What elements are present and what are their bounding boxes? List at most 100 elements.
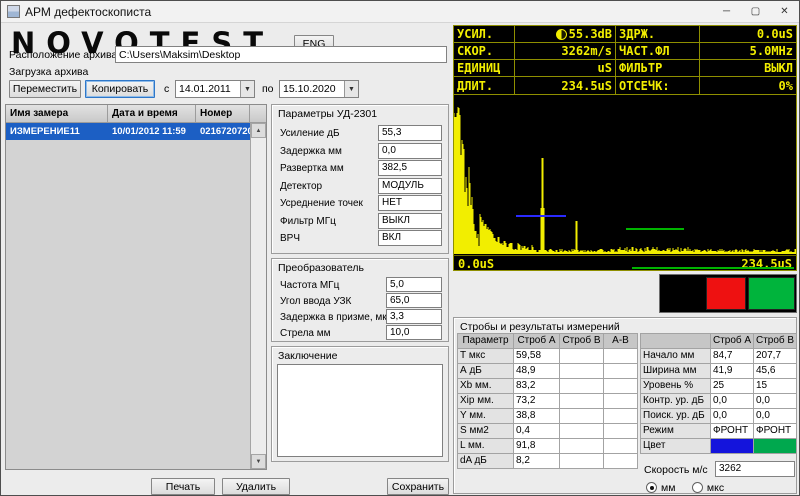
- gate-setting-label: Поиск. ур. дБ: [641, 409, 711, 424]
- column-header-number[interactable]: Номер: [196, 105, 250, 123]
- result-param: Хb мм.: [458, 379, 514, 394]
- archive-load-label: Загрузка архива: [9, 66, 88, 78]
- move-button[interactable]: Переместить: [9, 80, 81, 98]
- gates-config-row: Контр. ур. дБ 0,0 0,0: [641, 394, 797, 409]
- gate-a-setting[interactable]: ФРОНТ: [711, 424, 754, 439]
- param-value[interactable]: 10,0: [386, 325, 442, 340]
- readout-label: УСИЛ.: [454, 26, 515, 43]
- result-a-b: [604, 394, 638, 409]
- param-value[interactable]: 0,0: [378, 143, 442, 159]
- units-radio-group: мм мкс: [646, 478, 736, 496]
- radio-mks-label: мкс: [707, 482, 724, 494]
- param-value[interactable]: 382,5: [378, 160, 442, 176]
- param-row: ВРЧ ВКЛ: [272, 230, 448, 248]
- transducer-panel: Преобразователь Частота МГц 5,0 Угол вво…: [271, 258, 449, 342]
- results-header-param: Параметр: [458, 334, 514, 349]
- readout-label: ЕДИНИЦ: [454, 60, 515, 77]
- gates-header-gate-a: Строб А: [711, 334, 754, 349]
- radio-mm[interactable]: [646, 482, 657, 493]
- gate-b-setting[interactable]: 0,0: [754, 394, 797, 409]
- param-row: Угол ввода УЗК 65,0: [272, 293, 448, 309]
- list-scrollbar[interactable]: ▲ ▼: [250, 123, 266, 469]
- readout-label: ДЛИТ.: [454, 77, 515, 94]
- instrument-readout: УСИЛ. 55.3dB ЗДРЖ. 0.0uS СКОР. 3262m/s Ч…: [453, 25, 797, 95]
- param-value[interactable]: ВКЛ: [378, 230, 442, 246]
- results-row: А дБ 48,9: [458, 364, 638, 379]
- minimize-button[interactable]: ─: [712, 1, 741, 23]
- scroll-up-icon[interactable]: ▲: [251, 123, 266, 138]
- gate-a-setting[interactable]: 0,0: [711, 394, 754, 409]
- gate-b-setting[interactable]: [754, 439, 797, 454]
- delete-button[interactable]: Удалить: [222, 478, 290, 495]
- gate-setting-label: Уровень %: [641, 379, 711, 394]
- readout-value: 0%: [700, 77, 796, 94]
- gates-config-row: Начало мм 84,7 207,7: [641, 349, 797, 364]
- result-a-b: [604, 409, 638, 424]
- gate-a-setting[interactable]: 0,0: [711, 409, 754, 424]
- maximize-button[interactable]: ▢: [741, 1, 770, 23]
- archive-path-field[interactable]: C:\Users\Maksim\Desktop: [115, 46, 447, 63]
- param-value[interactable]: МОДУЛЬ: [378, 178, 442, 194]
- param-value[interactable]: 65,0: [386, 293, 442, 308]
- param-value[interactable]: НЕТ: [378, 195, 442, 211]
- param-row: Усреднение точек НЕТ: [272, 195, 448, 213]
- close-button[interactable]: ✕: [770, 1, 799, 23]
- copy-button[interactable]: Копировать: [85, 80, 155, 98]
- gate-b-setting[interactable]: 15: [754, 379, 797, 394]
- column-header-name[interactable]: Имя замера: [6, 105, 108, 123]
- results-table-header: Параметр Строб А Строб В А-В: [458, 334, 638, 349]
- gate-b-setting[interactable]: 45,6: [754, 364, 797, 379]
- param-label: Фильтр МГц: [280, 216, 336, 227]
- app-window: АРМ дефектоскописта ─ ▢ ✕ NOVOTEST ENG Р…: [0, 0, 800, 496]
- list-item[interactable]: ИЗМЕРЕНИЕ11 10/01/2012 11:59 0216720720: [6, 123, 266, 140]
- results-row: Т мкс 59,58: [458, 349, 638, 364]
- param-value[interactable]: 5,0: [386, 277, 442, 292]
- list-header: Имя замера Дата и время Номер: [6, 105, 266, 123]
- radio-mks[interactable]: [692, 482, 703, 493]
- gates-config-header: Строб А Строб В: [641, 334, 797, 349]
- gate-b-setting[interactable]: 0,0: [754, 409, 797, 424]
- results-header-a-b: А-В: [604, 334, 638, 349]
- readout-value: 55.3dB: [515, 26, 616, 43]
- results-row: Y мм. 38,8: [458, 409, 638, 424]
- param-row: Частота МГц 5,0: [272, 277, 448, 293]
- result-gate-b: [560, 409, 604, 424]
- a-scan-waveform: [454, 95, 796, 255]
- column-header-datetime[interactable]: Дата и время: [108, 105, 196, 123]
- date-to-label: по: [262, 83, 274, 95]
- gate-a-setting[interactable]: 41,9: [711, 364, 754, 379]
- param-value[interactable]: ВЫКЛ: [378, 213, 442, 229]
- chevron-down-icon[interactable]: ▼: [240, 81, 254, 97]
- gate-setting-label: Режим: [641, 424, 711, 439]
- gate-b-setting[interactable]: 207,7: [754, 349, 797, 364]
- result-gate-b: [560, 439, 604, 454]
- readout-label: ЧАСТ.ФЛ: [616, 43, 700, 60]
- gate-a-line: [516, 215, 566, 217]
- param-value[interactable]: 3,3: [386, 309, 442, 324]
- results-header-gate-b: Строб В: [560, 334, 604, 349]
- date-to-field[interactable]: 15.10.2020 ▼: [279, 80, 359, 98]
- print-button[interactable]: Печать: [151, 478, 215, 495]
- param-row: Стрела мм 10,0: [272, 325, 448, 341]
- gates-config-table: Строб А Строб В Начало мм 84,7 207,7 Шир…: [640, 333, 797, 454]
- readout-value-text: 3262m/s: [561, 44, 612, 58]
- gate-a-setting[interactable]: 84,7: [711, 349, 754, 364]
- result-gate-a: 8,2: [514, 454, 560, 469]
- results-header-gate-a: Строб А: [514, 334, 560, 349]
- result-gate-a: 83,2: [514, 379, 560, 394]
- speed-value[interactable]: 3262: [715, 461, 795, 477]
- result-gate-b: [560, 379, 604, 394]
- gate-a-setting[interactable]: [711, 439, 754, 454]
- device-params-panel: Параметры УД-2301 Усиление дБ 55,3 Задер…: [271, 104, 449, 254]
- param-label: Усиление дБ: [280, 128, 340, 139]
- param-value[interactable]: 55,3: [378, 125, 442, 141]
- save-button[interactable]: Сохранить: [387, 478, 449, 495]
- gate-a-setting[interactable]: 25: [711, 379, 754, 394]
- conclusion-textarea[interactable]: [277, 364, 443, 457]
- result-param: L мм.: [458, 439, 514, 454]
- gate-b-setting[interactable]: ФРОНТ: [754, 424, 797, 439]
- date-from-field[interactable]: 14.01.2011 ▼: [175, 80, 255, 98]
- scroll-down-icon[interactable]: ▼: [251, 454, 266, 469]
- app-icon: [7, 5, 20, 18]
- chevron-down-icon[interactable]: ▼: [344, 81, 358, 97]
